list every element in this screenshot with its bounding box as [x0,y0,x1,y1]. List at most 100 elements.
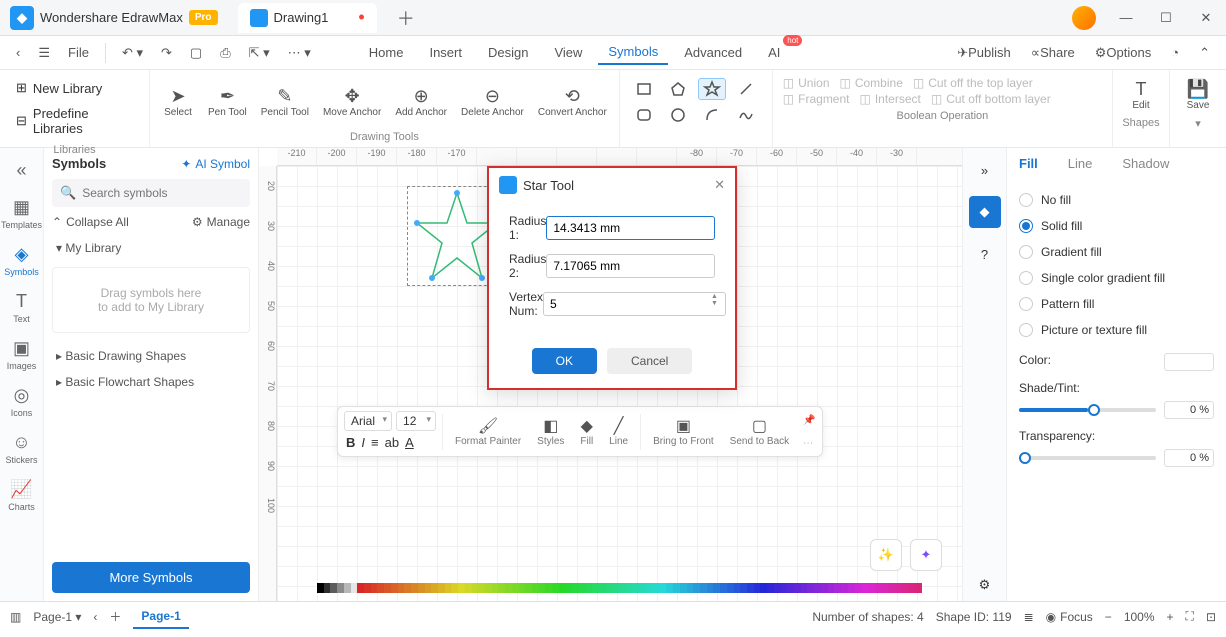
line-button[interactable]: ╱Line [603,414,634,449]
opt-solid-fill[interactable]: Solid fill [1019,213,1214,239]
back-button[interactable]: ‹ [10,41,26,64]
case-button[interactable]: ab [385,435,399,450]
publish-button[interactable]: ✈ Publish [951,41,1017,65]
export-icon[interactable]: ⇱ ▾ [243,41,276,65]
zoom-level[interactable]: 100% [1124,610,1155,624]
shape-rect[interactable] [630,78,658,100]
pen-tool[interactable]: ✒Pen Tool [202,74,253,129]
fragment-button[interactable]: ◫ Fragment [783,92,850,106]
manage-button[interactable]: ⚙ Manage [192,215,250,229]
menu-view[interactable]: View [544,41,592,64]
format-painter-button[interactable]: 🖌Format Painter [449,414,527,449]
ai-diamond-button[interactable]: ✦ [910,539,942,571]
more-format-icon[interactable]: ⋯ [803,438,815,449]
new-library-button[interactable]: ⊞ New Library [8,76,141,100]
options-button[interactable]: ⚙ Options [1089,41,1157,65]
search-symbols[interactable]: 🔍 [52,179,250,207]
page-tab-1[interactable]: Page-1 [133,605,188,629]
rail-text[interactable]: TText [2,285,42,330]
font-color-button[interactable]: A [405,435,414,450]
document-tab[interactable]: Drawing1 • [238,3,377,33]
redo-button[interactable]: ↷ [155,41,178,65]
radius2-input[interactable] [546,254,715,278]
menu-advanced[interactable]: Advanced [674,41,752,64]
transparency-slider[interactable] [1019,456,1156,460]
lib-basic-flowchart[interactable]: ▸ Basic Flowchart Shapes [52,369,250,395]
rail-fill-icon[interactable]: ◆ [969,196,1001,228]
opt-pattern-fill[interactable]: Pattern fill [1019,291,1214,317]
opt-single-gradient[interactable]: Single color gradient fill [1019,265,1214,291]
rail-symbols[interactable]: ◈Symbols [2,238,42,283]
close-button[interactable]: ✕ [1186,0,1226,36]
spin-down[interactable]: ▼ [711,300,725,307]
ai-symbol-button[interactable]: ✦ AI Symbol [181,157,250,171]
dialog-close-button[interactable]: ✕ [714,177,725,193]
tab-line[interactable]: Line [1068,156,1093,175]
shape-arc[interactable] [698,104,726,126]
rail-collapse[interactable]: « [2,154,42,189]
lib-my-library[interactable]: ▾ My Library [52,235,250,261]
shape-roundrect[interactable] [630,104,658,126]
zoom-in[interactable]: + [1167,610,1174,624]
color-palette-bar[interactable] [317,583,922,595]
more-symbols-button[interactable]: More Symbols [52,562,250,593]
edit-shapes-button[interactable]: TEdit [1119,74,1163,115]
fill-button[interactable]: ◆Fill [574,414,599,449]
menu-symbols[interactable]: Symbols [598,40,668,65]
minimize-button[interactable]: ― [1106,0,1146,36]
convert-anchor-tool[interactable]: ⟲Convert Anchor [532,74,613,129]
user-avatar[interactable] [1072,6,1096,30]
fit-screen-icon[interactable]: ⛶ [1186,609,1194,624]
size-select[interactable]: 12 [396,411,436,431]
fullscreen-icon[interactable]: ⊡ [1206,610,1216,624]
focus-mode[interactable]: ◉ Focus [1046,610,1093,624]
rail-settings-icon[interactable]: ⚙ [969,569,1001,601]
spin-up[interactable]: ▲ [711,293,725,300]
layer-icon[interactable]: ≣ [1024,610,1034,624]
menu-ai[interactable]: AIhot [758,41,790,64]
add-page[interactable]: ＋ [109,608,121,625]
add-anchor-tool[interactable]: ⊕Add Anchor [389,74,453,129]
rail-images[interactable]: ▣Images [2,332,42,377]
page-dropdown[interactable]: Page-1 ▾ [33,610,81,624]
prev-page[interactable]: ‹ [93,610,97,624]
cancel-button[interactable]: Cancel [607,348,692,374]
transparency-value[interactable]: 0 % [1164,449,1214,467]
save-icon[interactable]: ▢ [184,41,208,65]
rail-stickers[interactable]: ☺Stickers [2,426,42,471]
opt-no-fill[interactable]: No fill [1019,187,1214,213]
undo-button[interactable]: ↶ ▾ [116,41,149,65]
zoom-out[interactable]: − [1105,610,1112,624]
symbol-dropzone[interactable]: Drag symbols here to add to My Library [52,267,250,333]
hamburger-icon[interactable]: ☰ [32,41,56,65]
ai-spark-button[interactable]: ✨ [870,539,902,571]
menu-insert[interactable]: Insert [419,41,472,64]
collapse-all-button[interactable]: ⌃ Collapse All [52,215,129,229]
intersect-button[interactable]: ◫ Intersect [860,92,921,106]
menu-design[interactable]: Design [478,41,538,64]
cut-top-button[interactable]: ◫ Cut off the top layer [913,76,1033,90]
rail-help-icon[interactable]: ? [969,238,1001,270]
move-anchor-tool[interactable]: ✥Move Anchor [317,74,387,129]
new-tab-button[interactable]: ＋ [397,5,415,31]
predefine-libraries-button[interactable]: ⊟ Predefine Libraries [8,102,141,140]
tab-fill[interactable]: Fill [1019,156,1038,175]
opt-gradient-fill[interactable]: Gradient fill [1019,239,1214,265]
menu-home[interactable]: Home [359,41,414,64]
opt-picture-fill[interactable]: Picture or texture fill [1019,317,1214,343]
delete-anchor-tool[interactable]: ⊖Delete Anchor [455,74,530,129]
bold-button[interactable]: B [346,435,355,450]
page-layout-icon[interactable]: ▥ [10,610,21,624]
rail-templates[interactable]: ▦Templates [2,191,42,236]
radius1-input[interactable] [546,216,715,240]
cut-bottom-button[interactable]: ◫ Cut off bottom layer [931,92,1051,106]
shape-line[interactable] [732,78,760,100]
union-button[interactable]: ◫ Union [783,76,830,90]
bring-front-button[interactable]: ▣Bring to Front [647,414,720,449]
notif-icon[interactable]: ◔ [1165,41,1185,64]
shape-star[interactable] [698,78,726,100]
shapes-dropdown[interactable]: Shapes [1122,115,1159,131]
italic-button[interactable]: I [361,435,365,450]
vertex-num-input[interactable] [544,293,711,315]
combine-button[interactable]: ◫ Combine [840,76,903,90]
